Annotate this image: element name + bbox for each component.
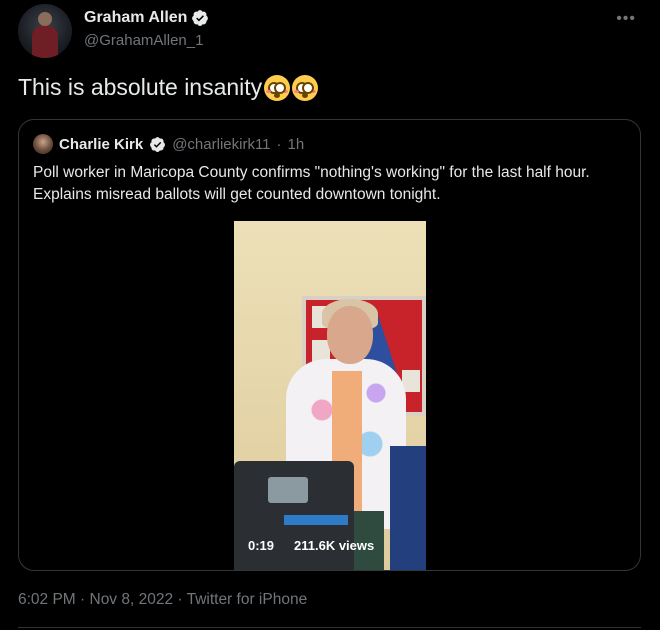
avatar-figure-body <box>32 26 58 58</box>
author-handle[interactable]: @GrahamAllen_1 <box>84 32 203 49</box>
quoted-tweet-header: Charlie Kirk @charliekirk11 · 1h <box>33 134 304 154</box>
avatar-figure-head <box>38 12 52 26</box>
video-frame-person-head <box>327 306 373 364</box>
video-frame-ballot-bin <box>390 446 426 570</box>
quoted-author-avatar[interactable] <box>33 134 53 154</box>
quoted-tweet-text: Poll worker in Maricopa County confirms … <box>33 164 590 203</box>
video-duration: 0:19 <box>248 538 275 553</box>
tweet-metadata[interactable]: 6:02 PM · Nov 8, 2022 · Twitter for iPho… <box>18 591 307 609</box>
quoted-timestamp[interactable]: 1h <box>288 136 305 153</box>
video-player[interactable]: 0:19 211.6K views <box>234 221 426 570</box>
author-avatar[interactable] <box>18 4 72 58</box>
flushed-face-emoji-icon <box>292 74 319 101</box>
tweet-text: This is absolute insanity <box>18 74 319 101</box>
quoted-tweet-card[interactable]: Charlie Kirk @charliekirk11 · 1h Poll wo… <box>18 119 641 571</box>
tweet: Graham Allen @GrahamAllen_1 ••• This is … <box>0 0 660 630</box>
quoted-author-name[interactable]: Charlie Kirk <box>59 136 143 153</box>
video-frame-ballot-machine <box>234 461 354 570</box>
divider <box>18 627 641 628</box>
quoted-separator: · <box>276 135 282 153</box>
video-view-count: 211.6K views <box>294 538 375 553</box>
author-name-row[interactable]: Graham Allen <box>84 9 209 27</box>
quoted-author-handle[interactable]: @charliekirk11 <box>172 136 270 153</box>
flushed-face-emoji-icon <box>264 74 291 101</box>
tweet-text-content: This is absolute insanity <box>18 74 263 100</box>
more-dots-icon[interactable]: ••• <box>616 10 636 28</box>
verified-badge-icon <box>150 136 166 152</box>
verified-badge-icon <box>192 10 209 26</box>
author-name[interactable]: Graham Allen <box>84 9 187 27</box>
